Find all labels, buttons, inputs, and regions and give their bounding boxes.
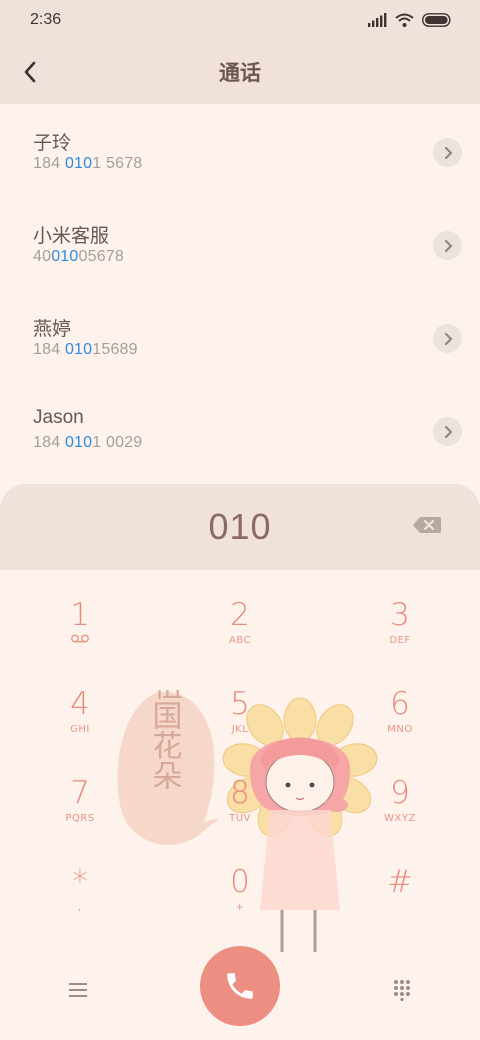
header: 通话 [0, 40, 480, 104]
key-digit: 4 [70, 686, 90, 722]
number-match-highlight: 010 [64, 434, 93, 451]
key-5[interactable]: 5 JKL [160, 659, 320, 748]
chevron-right-icon [444, 239, 452, 252]
key-digit: 5 [230, 686, 250, 722]
dialed-number: 010 [208, 506, 272, 547]
menu-icon [69, 983, 87, 997]
key-6[interactable]: 6 MNO [320, 659, 480, 748]
keypad-toggle-button[interactable] [384, 974, 420, 1006]
signal-icon [368, 13, 387, 27]
phone-icon [227, 973, 253, 999]
contact-name: 小米客服 [33, 226, 110, 247]
key-star[interactable]: * , [0, 837, 160, 926]
call-button[interactable] [200, 946, 280, 1026]
key-digit: # [387, 864, 413, 900]
contact-detail-button[interactable] [433, 138, 462, 167]
key-letters: + [235, 902, 245, 913]
key-letters: PQRS [65, 813, 95, 824]
key-letters: , [78, 902, 82, 913]
key-digit: 2 [230, 597, 250, 633]
backspace-icon [413, 517, 441, 533]
status-bar: 2:36 [0, 0, 480, 40]
key-digit: 6 [390, 686, 410, 722]
contact-name: 子玲 [33, 133, 72, 154]
key-letters: GHI [70, 724, 90, 735]
key-0[interactable]: 0 + [160, 837, 320, 926]
status-time: 2:36 [30, 11, 62, 28]
contact-number: 184 01015689 [33, 341, 138, 358]
menu-button[interactable] [60, 974, 96, 1006]
key-digit: * [72, 864, 88, 900]
page-title: 通话 [219, 61, 261, 85]
battery-icon [422, 13, 451, 27]
key-4[interactable]: 4 GHI [0, 659, 160, 748]
contact-detail-button[interactable] [433, 324, 462, 353]
contact-detail-button[interactable] [433, 417, 462, 446]
dial-keypad: 1 2 ABC 3 DEF 4 GHI 5 JKL 6 MNO 7 PQRS 8… [0, 570, 480, 940]
contact-results-list: 子玲 184 0101 5678 小米客服 4001005678 燕婷 184 … [0, 104, 480, 476]
contact-result-item[interactable]: 子玲 184 0101 5678 [0, 104, 480, 197]
contact-result-item[interactable]: 燕婷 184 01015689 [0, 290, 480, 383]
contact-number: 4001005678 [33, 248, 124, 265]
key-letters: WXYZ [384, 813, 416, 824]
key-letters: ABC [228, 635, 251, 646]
dial-display: 010 [0, 484, 480, 570]
key-8[interactable]: 8 TUV [160, 748, 320, 837]
bottom-action-bar [0, 940, 480, 1040]
chevron-right-icon [444, 425, 452, 438]
key-digit: 1 [70, 597, 90, 633]
voicemail-icon [0, 634, 160, 648]
key-hash[interactable]: # [320, 837, 480, 926]
key-letters: MNO [387, 724, 413, 735]
key-2[interactable]: 2 ABC [160, 570, 320, 659]
key-letters: DEF [389, 635, 411, 646]
number-match-highlight: 010 [64, 341, 93, 358]
key-7[interactable]: 7 PQRS [0, 748, 160, 837]
status-icons [368, 13, 452, 27]
key-digit: 3 [390, 597, 410, 633]
key-3[interactable]: 3 DEF [320, 570, 480, 659]
key-letters: JKL [231, 724, 249, 735]
contact-detail-button[interactable] [433, 231, 462, 260]
contact-result-item[interactable]: 小米客服 4001005678 [0, 197, 480, 290]
key-9[interactable]: 9 WXYZ [320, 748, 480, 837]
key-digit: 7 [70, 775, 90, 811]
number-match-highlight: 010 [51, 248, 79, 265]
key-digit: 0 [230, 864, 250, 900]
contact-name: 燕婷 [33, 319, 72, 340]
chevron-right-icon [444, 332, 452, 345]
key-1[interactable]: 1 [0, 570, 160, 659]
chevron-right-icon [444, 146, 452, 159]
key-letters: TUV [229, 813, 251, 824]
contact-name: Jason [33, 407, 84, 428]
dialpad-icon [394, 980, 410, 1001]
number-match-highlight: 010 [64, 155, 93, 172]
backspace-button[interactable] [412, 514, 442, 536]
key-digit: 8 [230, 775, 250, 811]
wifi-icon [395, 13, 414, 27]
contact-number: 184 0101 5678 [33, 155, 143, 172]
contact-number: 184 0101 0029 [33, 434, 143, 451]
key-digit: 9 [390, 775, 410, 811]
contact-result-item[interactable]: Jason 184 0101 0029 [0, 383, 480, 476]
